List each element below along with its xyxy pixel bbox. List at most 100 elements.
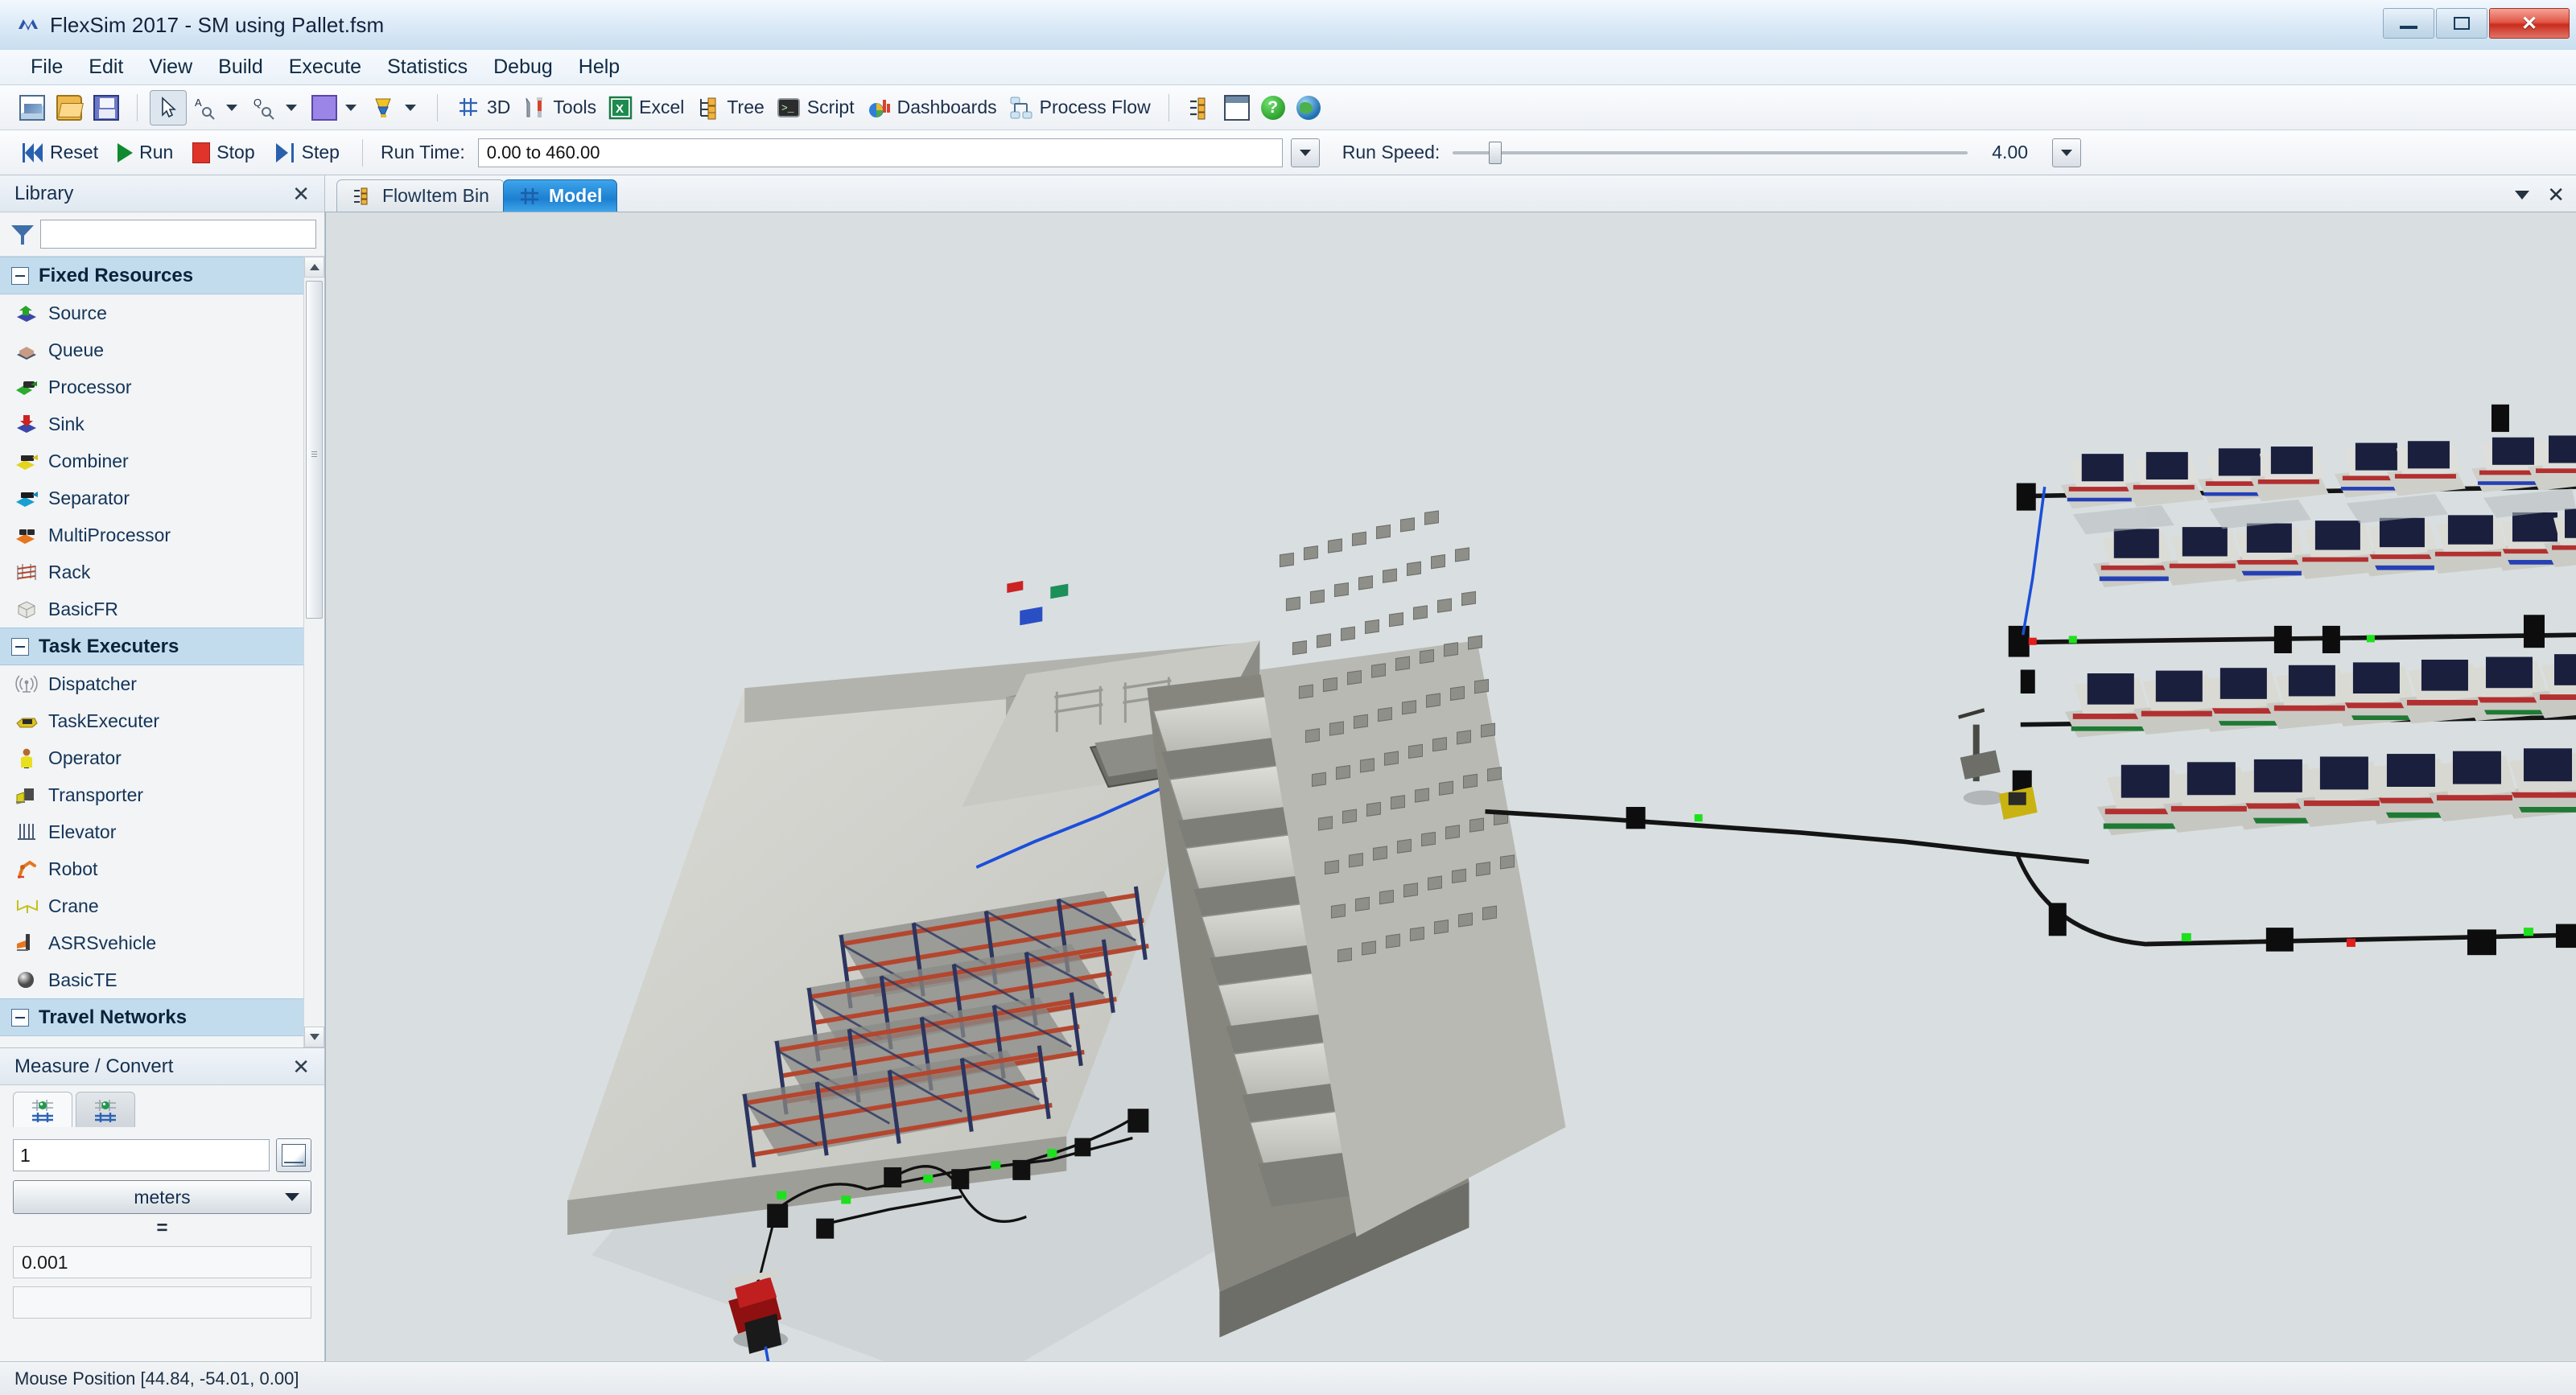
color-swatch-icon[interactable] xyxy=(307,91,342,125)
library-item-sink[interactable]: Sink xyxy=(0,405,303,442)
library-group-travel-networks[interactable]: Travel Networks xyxy=(0,998,303,1036)
measure-panel-header: Measure / Convert ✕ xyxy=(0,1048,324,1085)
library-group-label: Task Executers xyxy=(39,636,179,658)
lighting-dropdown-chevron-down-icon[interactable] xyxy=(405,105,416,111)
filter-funnel-icon xyxy=(11,224,34,245)
library-group-fixed-resources[interactable]: Fixed Resources xyxy=(0,257,303,294)
measure-tab-strip xyxy=(0,1085,324,1127)
connect-a-dropdown-chevron-down-icon[interactable] xyxy=(226,105,237,111)
restore-icon[interactable] xyxy=(2436,8,2487,39)
networknode-icon xyxy=(14,1044,39,1047)
connect-q-glyph: Q xyxy=(252,95,278,121)
tab-measure-distance[interactable] xyxy=(13,1092,72,1127)
tab-model[interactable]: Model xyxy=(503,179,617,212)
save-file-icon[interactable] xyxy=(89,91,124,125)
measure-close-icon[interactable]: ✕ xyxy=(287,1056,315,1077)
library-item-rack[interactable]: Rack xyxy=(0,553,303,591)
menu-item-execute[interactable]: Execute xyxy=(276,53,374,81)
collapse-minus-icon[interactable] xyxy=(11,267,29,285)
run-button[interactable]: Run xyxy=(109,136,181,170)
reset-button[interactable]: Reset xyxy=(14,136,106,170)
library-item-networknode[interactable]: NetworkNode xyxy=(0,1036,303,1047)
library-item-operator[interactable]: Operator xyxy=(0,739,303,776)
library-item-multiprocessor[interactable]: MultiProcessor xyxy=(0,516,303,553)
dashboards-button[interactable]: Dashboards xyxy=(861,91,1002,125)
library-item-asrsvehicle[interactable]: ASRSvehicle xyxy=(0,924,303,961)
library-scrollbar-thumb[interactable] xyxy=(306,281,323,619)
cursor-glyph xyxy=(155,95,181,121)
process-flow-button[interactable]: Process Flow xyxy=(1004,91,1156,125)
new-model-icon[interactable] xyxy=(14,91,50,125)
connect-q-icon[interactable]: Q xyxy=(247,91,282,125)
help-button[interactable]: ? xyxy=(1256,91,1290,125)
library-group-task-executers[interactable]: Task Executers xyxy=(0,628,303,665)
window-layout-button[interactable] xyxy=(1219,91,1255,125)
3d-model-view[interactable] xyxy=(325,212,2576,1361)
library-item-taskexecuter[interactable]: TaskExecuter xyxy=(0,702,303,739)
menu-item-edit[interactable]: Edit xyxy=(76,53,136,81)
scroll-down-arrow-icon[interactable] xyxy=(304,1027,324,1047)
run-time-field[interactable]: 0.00 to 460.00 xyxy=(478,138,1283,167)
tab-convert-units[interactable] xyxy=(76,1092,135,1127)
ruler-icon[interactable] xyxy=(276,1138,311,1172)
step-icon xyxy=(274,143,295,163)
library-filter-input[interactable] xyxy=(40,220,316,249)
close-icon[interactable]: ✕ xyxy=(2489,8,2570,39)
units-dropdown[interactable]: meters xyxy=(13,1180,311,1214)
scroll-up-arrow-icon[interactable] xyxy=(304,257,324,278)
measure-result-units-field xyxy=(13,1286,311,1319)
menu-item-build[interactable]: Build xyxy=(205,53,276,81)
run-time-dropdown-chevron-down-icon[interactable] xyxy=(1291,138,1320,167)
flowitem-bin-button[interactable] xyxy=(1182,91,1218,125)
menu-item-file[interactable]: File xyxy=(18,53,76,81)
tree-button[interactable]: Tree xyxy=(690,91,769,125)
library-item-separator[interactable]: Separator xyxy=(0,479,303,516)
library-item-basicte[interactable]: BasicTE xyxy=(0,961,303,998)
library-item-robot[interactable]: Robot xyxy=(0,850,303,887)
select-cursor-icon[interactable] xyxy=(150,91,186,125)
stop-label: Stop xyxy=(216,142,254,163)
stop-button[interactable]: Stop xyxy=(184,136,262,170)
menu-item-debug[interactable]: Debug xyxy=(480,53,566,81)
menu-item-help[interactable]: Help xyxy=(566,53,633,81)
step-label: Step xyxy=(302,142,340,163)
collapse-minus-icon[interactable] xyxy=(11,1009,29,1027)
library-item-processor[interactable]: Processor xyxy=(0,368,303,405)
collapse-minus-icon[interactable] xyxy=(11,638,29,656)
3d-view-button[interactable]: 3D xyxy=(451,91,515,125)
library-scrollbar[interactable] xyxy=(303,257,324,1047)
minimize-icon[interactable] xyxy=(2383,8,2434,39)
connect-a-icon[interactable]: A xyxy=(188,91,223,125)
step-button[interactable]: Step xyxy=(266,136,348,170)
web-button[interactable] xyxy=(1292,91,1325,125)
library-item-combiner[interactable]: Combiner xyxy=(0,442,303,479)
library-item-basicfr[interactable]: BasicFR xyxy=(0,591,303,628)
open-file-icon[interactable] xyxy=(52,91,87,125)
measure-value-input[interactable] xyxy=(13,1139,270,1171)
library-item-elevator[interactable]: Elevator xyxy=(0,813,303,850)
chevron-down-icon[interactable] xyxy=(2515,191,2529,200)
tools-button[interactable]: Tools xyxy=(517,91,601,125)
connect-q-dropdown-chevron-down-icon[interactable] xyxy=(286,105,297,111)
library-item-crane[interactable]: Crane xyxy=(0,887,303,924)
library-item-transporter[interactable]: Transporter xyxy=(0,776,303,813)
library-item-label: Crane xyxy=(48,895,99,917)
lighting-glyph xyxy=(371,95,397,121)
lighting-icon[interactable] xyxy=(366,91,402,125)
library-close-icon[interactable]: ✕ xyxy=(287,183,315,204)
library-item-queue[interactable]: Queue xyxy=(0,331,303,368)
library-item-label: Robot xyxy=(48,858,97,880)
close-icon[interactable]: ✕ xyxy=(2547,184,2565,205)
library-item-source[interactable]: Source xyxy=(0,294,303,331)
run-speed-dropdown-chevron-down-icon[interactable] xyxy=(2052,138,2081,167)
run-speed-slider[interactable] xyxy=(1453,151,1968,154)
run-speed-slider-thumb[interactable] xyxy=(1489,142,1502,164)
color-dropdown-chevron-down-icon[interactable] xyxy=(345,105,357,111)
toolbar-separator xyxy=(437,94,438,121)
excel-button[interactable]: X Excel xyxy=(603,91,689,125)
menu-item-view[interactable]: View xyxy=(136,53,205,81)
library-item-dispatcher[interactable]: Dispatcher xyxy=(0,665,303,702)
menu-item-statistics[interactable]: Statistics xyxy=(374,53,480,81)
tab-flowitem-bin[interactable]: FlowItem Bin xyxy=(336,179,505,212)
script-button[interactable]: >_ Script xyxy=(771,91,859,125)
